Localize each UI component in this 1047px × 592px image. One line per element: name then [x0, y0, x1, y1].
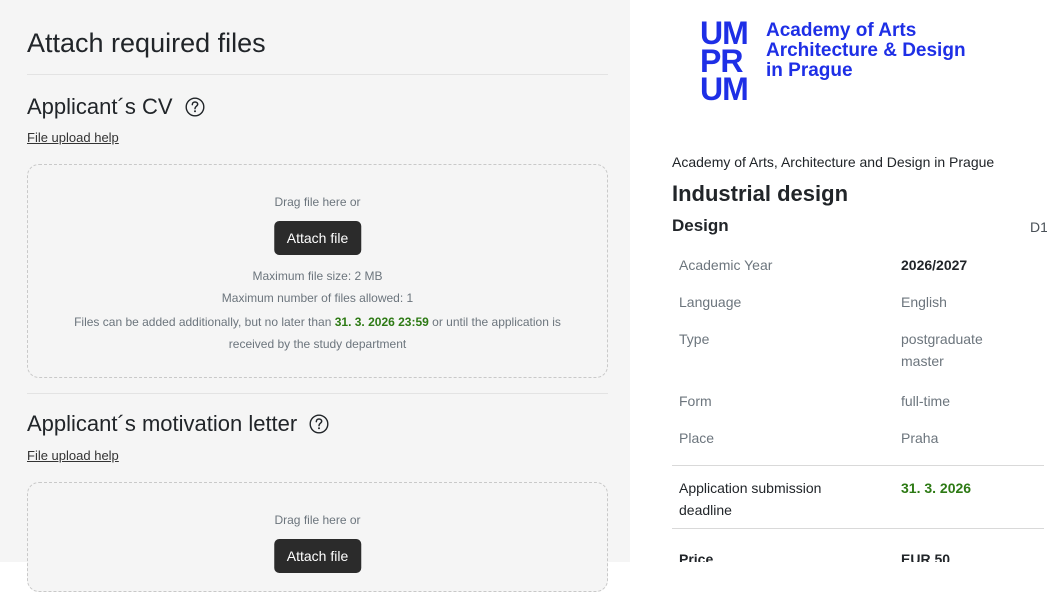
- max-file-count: Maximum number of files allowed: 1: [221, 291, 414, 305]
- add-files-note: Files can be added additionally, but no …: [28, 315, 607, 329]
- add-note-deadline: 31. 3. 2026 23:59: [334, 315, 429, 329]
- logo-text-line: Architecture & Design: [766, 40, 966, 61]
- divider: [672, 528, 1044, 529]
- info-label-academic-year: Academic Year: [679, 257, 773, 273]
- field-code: D1: [1030, 219, 1047, 235]
- umprum-logo: UM PR UM: [700, 17, 749, 107]
- divider: [27, 74, 608, 75]
- max-file-size: Maximum file size: 2 MB: [252, 269, 383, 283]
- add-note-after: or until the application is: [432, 315, 561, 329]
- divider: [672, 465, 1044, 466]
- info-value-place: Praha: [901, 430, 939, 446]
- info-label-form: Form: [679, 393, 712, 409]
- info-value-academic-year: 2026/2027: [901, 257, 968, 273]
- info-label-price: Price: [679, 551, 714, 562]
- attach-file-button[interactable]: Attach file: [273, 221, 362, 255]
- add-note-before: Files can be added additionally, but no …: [74, 315, 332, 329]
- info-label-line: Application submission: [679, 480, 822, 496]
- info-value-line: master: [901, 353, 944, 369]
- info-value-type: postgraduate master: [901, 328, 983, 372]
- logo-text: Academy of Arts Architecture & Design in…: [766, 21, 966, 81]
- section-title-text: Applicant´s motivation letter: [27, 411, 298, 436]
- file-upload-help-link[interactable]: File upload help: [27, 130, 119, 145]
- drag-text: Drag file here or: [274, 513, 361, 527]
- add-files-note-line2: received by the study department: [228, 337, 407, 351]
- question-circle-icon[interactable]: [185, 97, 205, 117]
- attachments-panel: Attach required files Applicant´s CV Fil…: [0, 0, 630, 592]
- programme-title: Industrial design: [672, 181, 849, 206]
- question-circle-icon[interactable]: [309, 414, 329, 434]
- info-label-type: Type: [679, 331, 710, 347]
- field-title: Design: [672, 216, 729, 235]
- file-dropzone-motivation-letter[interactable]: Drag file here or Attach file: [27, 482, 608, 592]
- info-label-language: Language: [679, 294, 742, 310]
- institution-name: Academy of Arts, Architecture and Design…: [672, 154, 995, 170]
- file-upload-help-link[interactable]: File upload help: [27, 448, 119, 463]
- section-title-text: Applicant´s CV: [27, 94, 173, 119]
- section-title-cv: Applicant´s CV: [27, 94, 205, 120]
- file-dropzone-cv[interactable]: Drag file here or Attach file Maximum fi…: [27, 164, 608, 378]
- info-label-line: deadline: [679, 502, 732, 518]
- programme-summary-panel: UM PR UM Academy of Arts Architecture & …: [630, 0, 1047, 562]
- info-label-place: Place: [679, 430, 715, 446]
- info-value-form: full-time: [901, 393, 951, 409]
- info-label-deadline: Application submission deadline: [679, 477, 821, 521]
- info-value-line: postgraduate: [901, 331, 983, 347]
- page-title: Attach required files: [27, 28, 266, 58]
- section-title-motivation-letter: Applicant´s motivation letter: [27, 411, 329, 437]
- attach-file-button[interactable]: Attach file: [273, 539, 362, 573]
- drag-text: Drag file here or: [274, 195, 361, 209]
- divider: [27, 393, 608, 394]
- logo-text-line: in Prague: [766, 60, 853, 81]
- info-value-price: EUR 50: [901, 551, 951, 562]
- logo-mark-line: UM: [700, 71, 749, 107]
- info-value-deadline: 31. 3. 2026: [901, 480, 972, 496]
- logo-text-line: Academy of Arts: [766, 20, 917, 41]
- info-value-language: English: [901, 294, 947, 310]
